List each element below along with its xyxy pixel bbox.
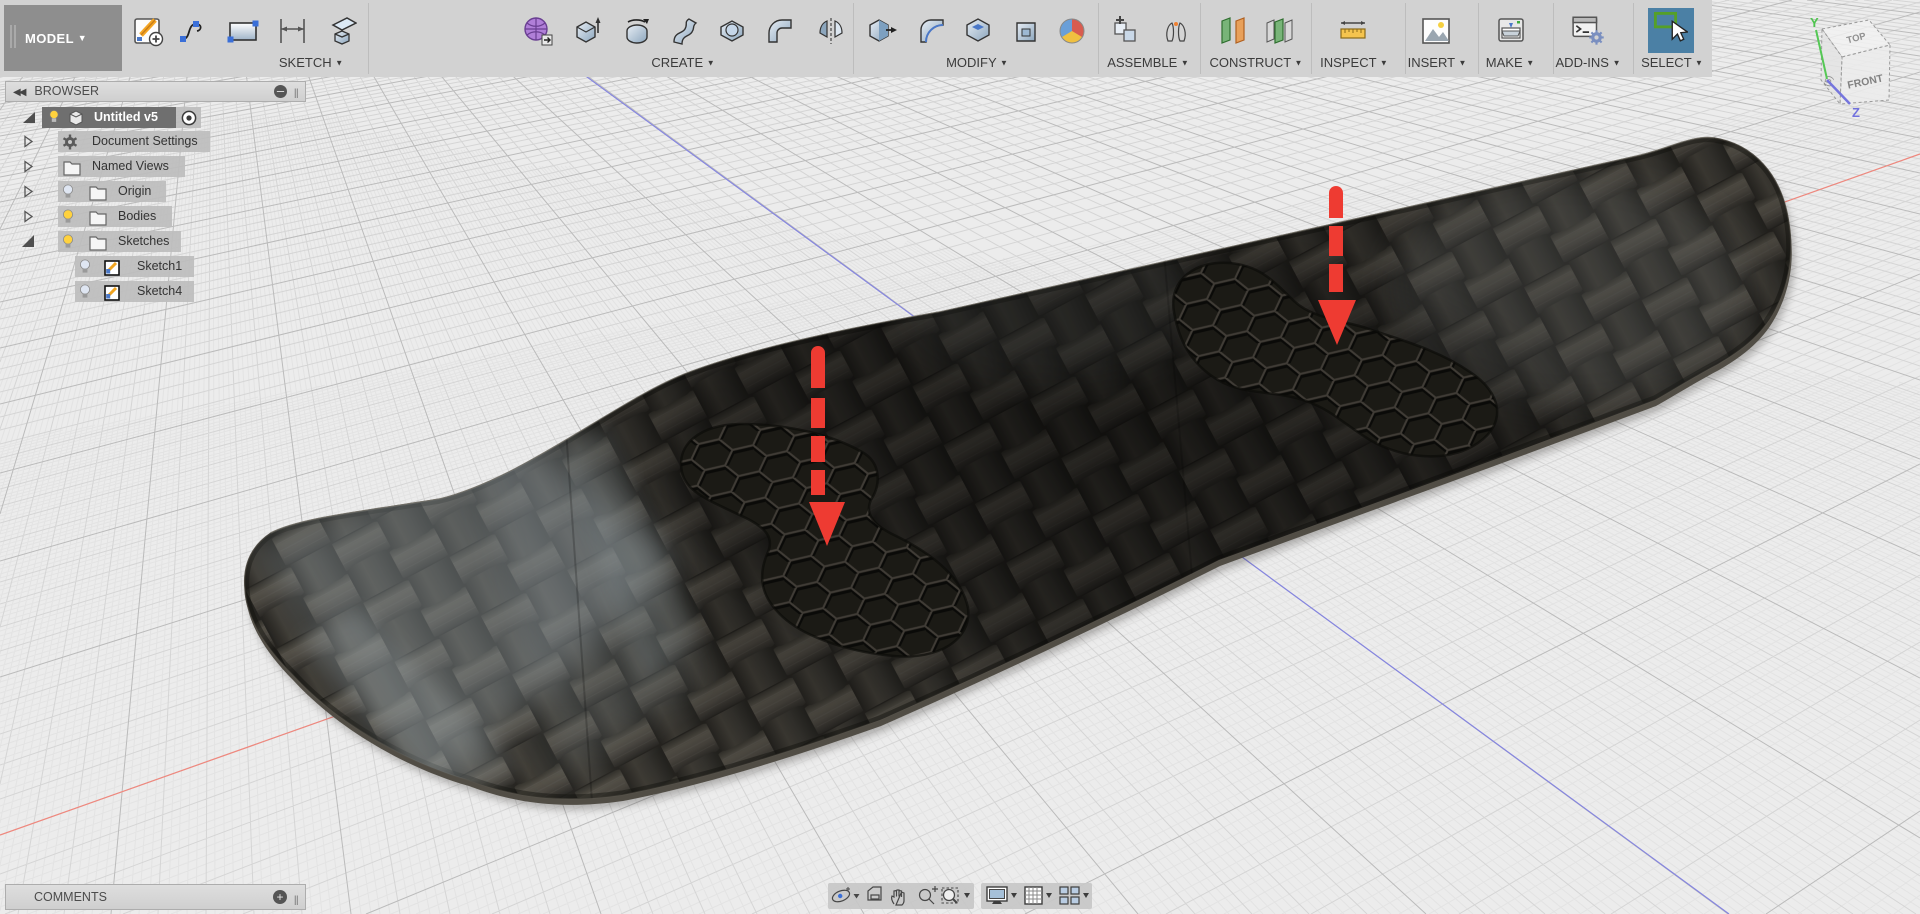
svg-text:Z: Z [1852, 105, 1860, 120]
svg-text:Y: Y [1810, 15, 1819, 30]
